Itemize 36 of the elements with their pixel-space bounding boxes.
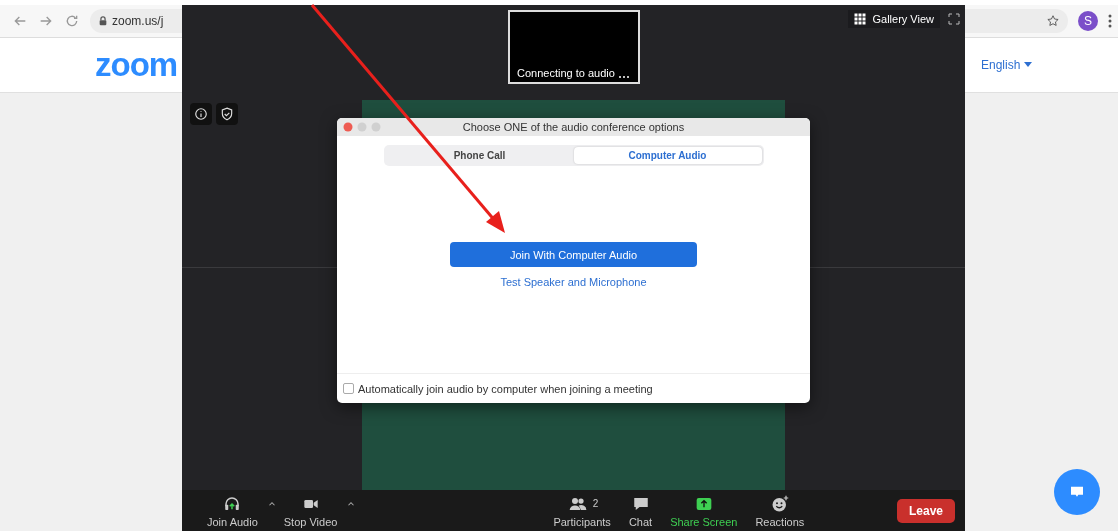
- checkbox[interactable]: [343, 383, 354, 394]
- toolbar-button[interactable]: 2 Participants: [546, 493, 618, 528]
- more-icon: [1108, 14, 1112, 28]
- chat-button[interactable]: [1054, 469, 1100, 515]
- shield-check-icon: [220, 107, 234, 121]
- caret-down-icon: [1024, 62, 1033, 68]
- fullscreen-icon: [948, 13, 960, 25]
- checkbox-label: Automatically join audio by computer when joining a meeting: [358, 382, 653, 395]
- dialog-title: Choose ONE of the audio conference options: [462, 121, 685, 133]
- url-text: zoom.us/j: [112, 14, 164, 28]
- leave-button[interactable]: Leave: [896, 498, 955, 523]
- language-selector[interactable]: English: [981, 58, 1033, 72]
- security-button[interactable]: [216, 103, 238, 125]
- grid-icon: [854, 13, 867, 25]
- tab[interactable]: Phone Call: [385, 147, 574, 164]
- logo: zoom: [95, 46, 178, 84]
- toolbar-button[interactable]: Share Screen: [663, 493, 745, 528]
- toolbar-button[interactable]: Stop Video: [276, 493, 345, 528]
- connecting-label: Connecting to audio: [517, 67, 615, 79]
- participant-count: 2: [592, 498, 599, 509]
- star-icon: [1046, 14, 1060, 28]
- reload-icon: [64, 13, 80, 29]
- toolbar-button[interactable]: Chat: [621, 493, 660, 528]
- address-bar[interactable]: zoom.us/j: [90, 9, 182, 33]
- toolbar-button[interactable]: Join Audio: [200, 493, 265, 528]
- profile-avatar[interactable]: S: [1078, 11, 1098, 31]
- join-audio-button[interactable]: Join With Computer Audio: [450, 242, 697, 267]
- lock-icon: [98, 15, 108, 27]
- tab[interactable]: Computer Audio: [573, 147, 762, 164]
- info-button[interactable]: [190, 103, 212, 125]
- gallery-view-button[interactable]: Gallery View: [848, 10, 940, 28]
- info-icon: [194, 107, 208, 121]
- window-controls-icon[interactable]: [343, 122, 381, 132]
- toolbar-button[interactable]: Reactions: [748, 493, 812, 528]
- loading-dots-icon: [617, 75, 630, 79]
- test-audio-link[interactable]: Test Speaker and Microphone: [500, 276, 647, 288]
